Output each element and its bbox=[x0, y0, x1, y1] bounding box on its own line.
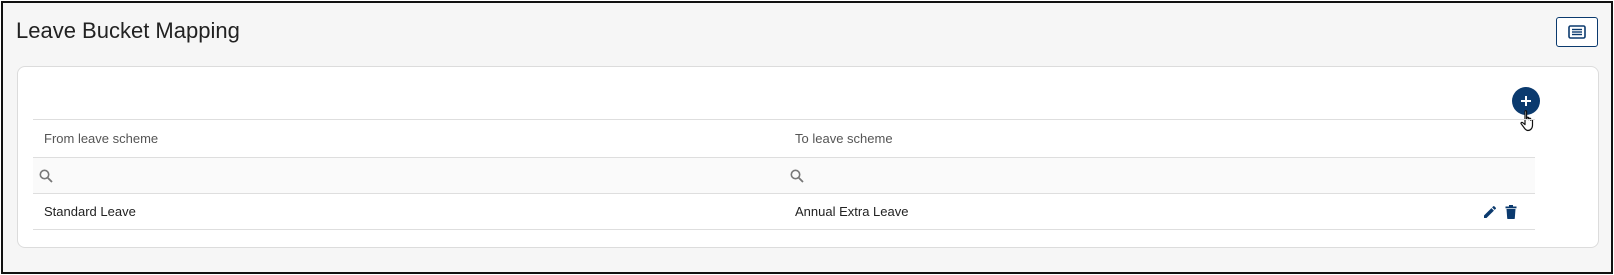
filter-to-input[interactable] bbox=[810, 168, 1410, 183]
plus-icon bbox=[1521, 96, 1531, 106]
search-icon bbox=[39, 169, 53, 183]
edit-button[interactable] bbox=[1483, 205, 1497, 219]
filter-from bbox=[39, 158, 779, 193]
table-row: Standard Leave Annual Extra Leave bbox=[33, 194, 1535, 230]
edit-icon bbox=[1484, 205, 1497, 218]
column-header-from[interactable]: From leave scheme bbox=[44, 120, 158, 157]
table-filter-row bbox=[33, 158, 1535, 194]
mapping-table: From leave scheme To leave scheme Standa… bbox=[33, 119, 1535, 230]
delete-icon bbox=[1505, 204, 1517, 219]
cell-to-scheme: Annual Extra Leave bbox=[795, 204, 909, 219]
delete-button[interactable] bbox=[1505, 204, 1517, 219]
filter-from-input[interactable] bbox=[59, 168, 659, 183]
view-toggle-button[interactable] bbox=[1556, 17, 1598, 47]
list-view-icon bbox=[1568, 25, 1586, 39]
row-actions bbox=[1483, 194, 1517, 229]
table-header-row: From leave scheme To leave scheme bbox=[33, 119, 1535, 158]
search-icon bbox=[790, 169, 804, 183]
column-header-to[interactable]: To leave scheme bbox=[795, 120, 893, 157]
cell-from-scheme: Standard Leave bbox=[44, 204, 136, 219]
app-frame: Leave Bucket Mapping From leave scheme T… bbox=[1, 1, 1613, 274]
filter-to bbox=[790, 158, 1530, 193]
mapping-card: From leave scheme To leave scheme Standa… bbox=[17, 66, 1599, 248]
page-title: Leave Bucket Mapping bbox=[16, 18, 240, 43]
